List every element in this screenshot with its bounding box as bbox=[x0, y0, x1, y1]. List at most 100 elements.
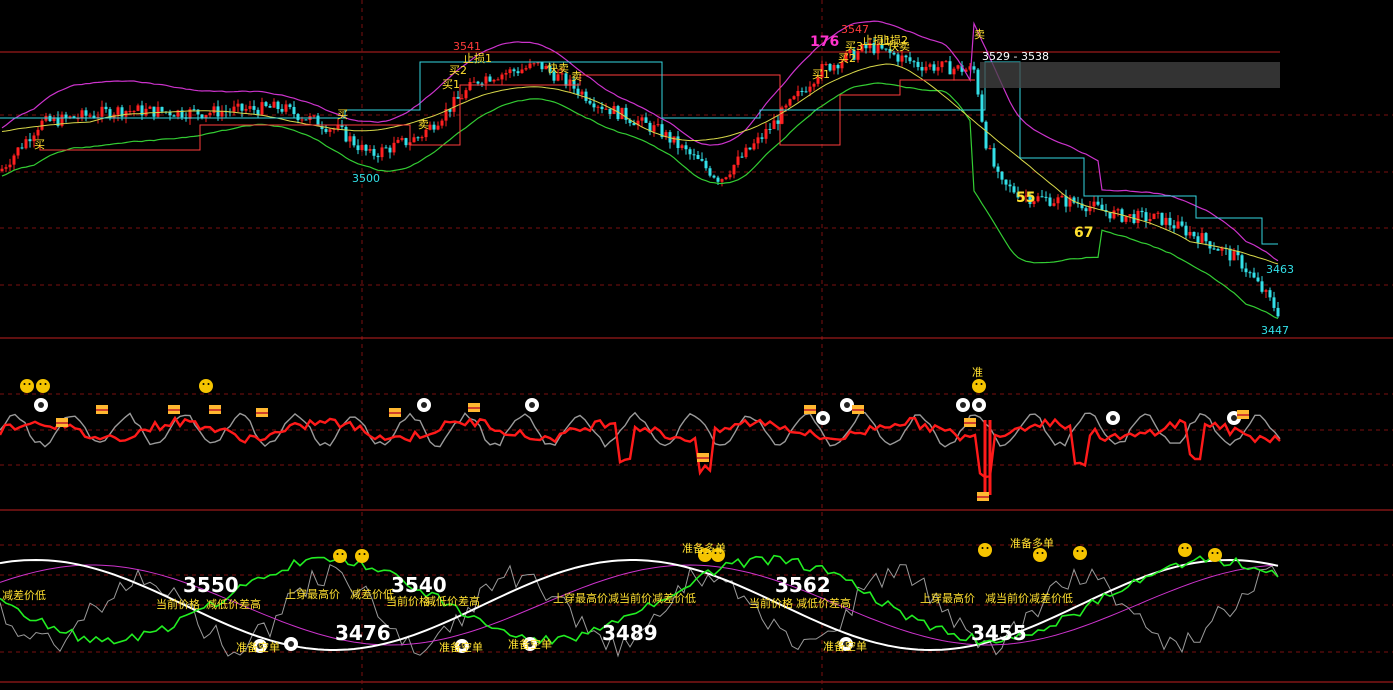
candle-body bbox=[540, 62, 544, 70]
candle-body bbox=[684, 145, 688, 150]
candle-body bbox=[892, 52, 896, 55]
candle-body bbox=[268, 105, 272, 108]
candle-body bbox=[720, 179, 724, 182]
candle-body bbox=[1008, 184, 1012, 187]
candle-body bbox=[512, 69, 516, 72]
candle-body bbox=[1184, 225, 1188, 236]
cake-icon-layer bbox=[256, 412, 268, 414]
smiley-eye bbox=[986, 547, 989, 549]
candle-body bbox=[916, 61, 920, 68]
indicator-value-label: 3540 bbox=[391, 573, 447, 597]
candle-body bbox=[152, 106, 156, 117]
candle-body bbox=[1264, 290, 1268, 292]
smiley-eye bbox=[1186, 547, 1189, 549]
candle-body bbox=[1256, 277, 1260, 282]
candle-body bbox=[976, 69, 980, 95]
smiley-icon bbox=[1033, 548, 1047, 562]
cake-icon-layer bbox=[96, 409, 108, 411]
price-label: 3447 bbox=[1261, 324, 1289, 337]
candle-body bbox=[1128, 214, 1132, 217]
candle-body bbox=[724, 177, 728, 180]
smiley-eye bbox=[1211, 552, 1214, 554]
candle-body bbox=[756, 137, 760, 144]
candle-body bbox=[980, 94, 984, 122]
smiley-eye bbox=[336, 553, 339, 555]
candle-body bbox=[740, 156, 744, 158]
ball-icon-spot bbox=[38, 402, 44, 408]
smiley-icon bbox=[1208, 548, 1222, 562]
candle-body bbox=[520, 69, 524, 74]
smiley-icon bbox=[333, 549, 347, 563]
indicator-annotation: 上穿最高价 bbox=[553, 591, 608, 605]
candle-body bbox=[1164, 217, 1168, 225]
candle-body bbox=[1232, 251, 1236, 261]
cake-icon-layer bbox=[852, 409, 864, 411]
candle-body bbox=[748, 147, 752, 150]
smiley-icon bbox=[36, 379, 50, 393]
candle-body bbox=[284, 104, 288, 112]
candle-body bbox=[1144, 212, 1148, 222]
candle-body bbox=[1216, 248, 1220, 251]
candle-body bbox=[28, 139, 32, 142]
candle-body bbox=[948, 61, 952, 75]
candle-body bbox=[136, 105, 140, 111]
candle-body bbox=[1200, 233, 1204, 243]
candle-body bbox=[1044, 196, 1048, 198]
smiley-eye bbox=[1041, 552, 1044, 554]
candle-body bbox=[360, 144, 364, 151]
cake-icon-layer bbox=[804, 409, 816, 411]
candle-body bbox=[1228, 248, 1232, 261]
price-label: 3529 - 3538 bbox=[982, 50, 1049, 63]
indicator-annotation: 准备多单 bbox=[1010, 536, 1054, 550]
candle-body bbox=[1040, 196, 1044, 198]
candle-body bbox=[1156, 212, 1160, 214]
candle-body bbox=[736, 156, 740, 165]
candle-body bbox=[440, 120, 444, 126]
signal-label: 买1 bbox=[442, 78, 460, 91]
indicator-annotation: 减差价低 bbox=[2, 588, 46, 602]
candle-body bbox=[324, 129, 328, 132]
candle-body bbox=[220, 111, 224, 117]
candle-body bbox=[772, 120, 776, 130]
smiley-eye bbox=[1081, 550, 1084, 552]
candle-body bbox=[580, 91, 584, 95]
candle-body bbox=[452, 96, 456, 112]
signal-label: 止损1 bbox=[463, 51, 492, 65]
indicator-annotation: 减当前价减差价低 bbox=[608, 591, 696, 605]
candle-body bbox=[768, 128, 772, 130]
smiley-icon bbox=[20, 379, 34, 393]
candle-body bbox=[132, 110, 136, 112]
candle-body bbox=[704, 160, 708, 169]
signal-label: 买2 bbox=[449, 64, 467, 77]
candle-body bbox=[524, 68, 528, 70]
smiley-icon bbox=[1178, 543, 1192, 557]
candle-body bbox=[584, 91, 588, 101]
candle-body bbox=[728, 174, 732, 178]
candle-body bbox=[480, 83, 484, 85]
signal-label: 卖 bbox=[571, 70, 582, 83]
candle-body bbox=[16, 147, 20, 156]
candle-body bbox=[1176, 221, 1180, 229]
candle-body bbox=[264, 102, 268, 106]
candle-body bbox=[80, 110, 84, 119]
candle-body bbox=[1196, 236, 1200, 243]
candle-body bbox=[436, 125, 440, 130]
candle-body bbox=[928, 64, 932, 67]
candle-body bbox=[352, 136, 356, 146]
indicator-annotation: 准备空单 bbox=[439, 640, 483, 654]
smiley-eye bbox=[1036, 552, 1039, 554]
cake-icon-layer bbox=[168, 409, 180, 411]
candle-body bbox=[212, 106, 216, 113]
smiley-icon bbox=[199, 379, 213, 393]
candle-body bbox=[1268, 290, 1272, 298]
cake-icon-layer bbox=[964, 422, 976, 424]
candle-body bbox=[508, 69, 512, 74]
signal-label: 买2 bbox=[838, 52, 856, 65]
candle-body bbox=[344, 126, 348, 142]
candle-body bbox=[800, 90, 804, 92]
cake-icon-layer bbox=[977, 496, 989, 498]
candle-body bbox=[712, 175, 716, 178]
candle-body bbox=[12, 155, 16, 165]
ball-icon-spot bbox=[529, 402, 535, 408]
smiley-eye bbox=[1181, 547, 1184, 549]
